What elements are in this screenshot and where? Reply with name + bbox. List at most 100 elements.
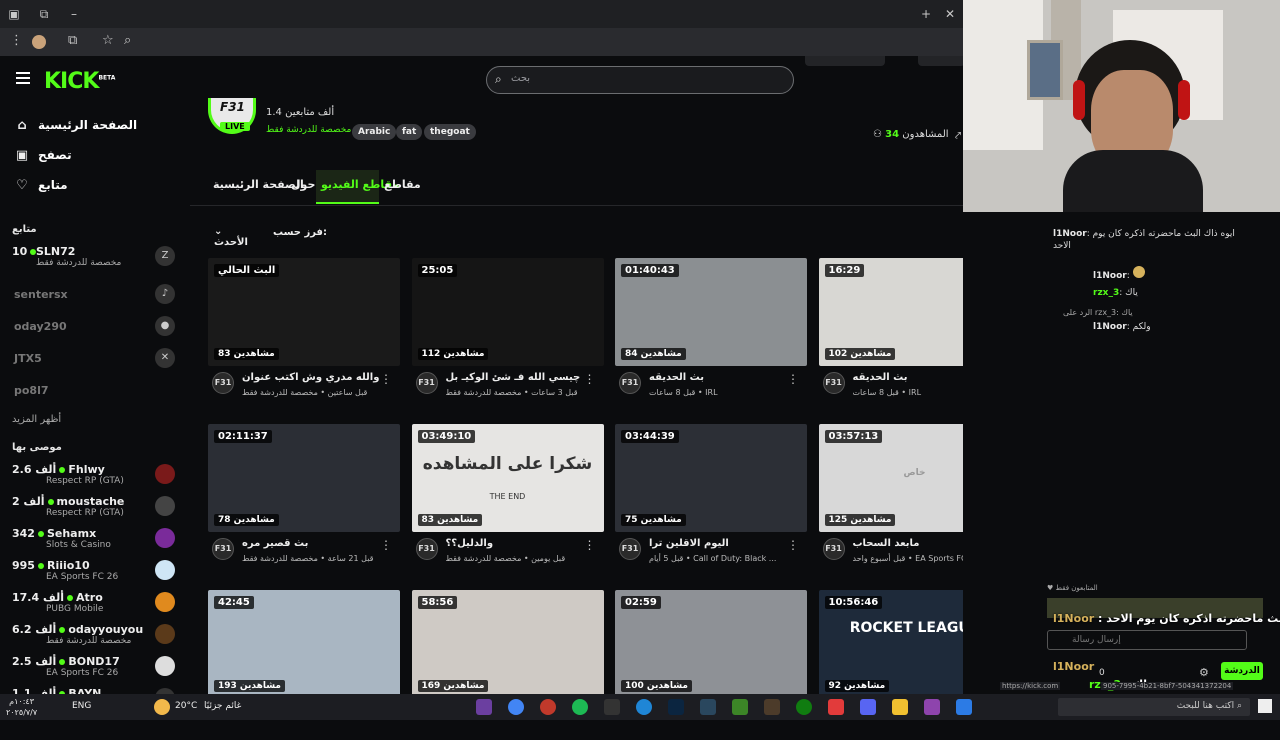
video-card[interactable]: شكرا على المشاهده THE END 03:49:10 83 مشاهد…	[411, 424, 604, 574]
channel-avatar-small[interactable]: F31	[212, 538, 234, 560]
app-icon-brown[interactable]	[764, 699, 780, 715]
subscribe-button[interactable]	[918, 56, 965, 66]
channel-avatar-small[interactable]: F31	[822, 372, 845, 394]
share-icon[interactable]: ⤤	[955, 129, 961, 143]
nav-following[interactable]: ♡ متابع	[14, 174, 184, 196]
sidebar-channel-recommended[interactable]: 6.2 ألف odayyouyou مخصصة للدردشة فقط	[12, 622, 182, 652]
address-bar[interactable]: ⋮ ⧉ ☆ ⌕	[0, 28, 965, 56]
more-options-icon[interactable]: ⋮	[584, 538, 596, 552]
video-card[interactable]: 01:40:43 84 مشاهدين F31 بث الحديقه قبل 8 ساع…	[615, 258, 807, 408]
sort-dropdown[interactable]: ⌄ الأحدث	[208, 222, 264, 248]
sidebar-channel-jtx5[interactable]: JTX5 ✕	[12, 346, 182, 376]
tag-arabic[interactable]: Arabic	[352, 124, 397, 140]
send-chat-button[interactable]: الدردشة	[1221, 662, 1263, 680]
settings-gear-icon[interactable]: ⚙	[1199, 666, 1209, 679]
channel-avatar-small[interactable]: F31	[212, 372, 234, 394]
channel-avatar-small[interactable]: F31	[619, 372, 641, 394]
tag-fat[interactable]: fat	[396, 124, 423, 140]
app-icon-blue[interactable]	[668, 699, 684, 715]
new-tab-icon[interactable]: +	[916, 4, 936, 24]
video-card[interactable]: 25:05 112 مشاهدين F31 چيسي الله فـ شئ الوكي…	[411, 258, 604, 408]
channel-avatar-small[interactable]: F31	[822, 538, 845, 560]
video-title[interactable]: اليوم الاقلين ترا	[649, 538, 729, 549]
nav-home[interactable]: ⌂ الصفحة الرئيسية	[14, 114, 184, 136]
video-thumbnail[interactable]: 02:11:37 78 مشاهدين	[208, 424, 400, 532]
video-title[interactable]: والدليل؟؟	[446, 538, 494, 549]
video-title[interactable]: چيسي الله فـ شئ الوكيـ بل	[446, 372, 581, 383]
chat-input[interactable]: إرسال رسالة	[1047, 630, 1247, 650]
video-thumbnail[interactable]: 42:45 193 مشاهدين	[208, 590, 400, 698]
clock[interactable]: ١٠:٤٣م ٢٠٢٥/٧/٧	[6, 696, 37, 718]
weather-icon[interactable]	[154, 699, 170, 715]
tab-videos-active[interactable]: مقاطع الفيديو	[316, 170, 399, 204]
app-icon-red[interactable]	[540, 699, 556, 715]
app-icon[interactable]	[476, 699, 492, 715]
hamburger-menu-icon[interactable]	[16, 72, 30, 84]
taskbar-search[interactable]: اكتب هنا للبحث ⌕	[1058, 698, 1250, 716]
app-icon-dark[interactable]	[604, 699, 620, 715]
sidebar-channel-recommended[interactable]: 2.5 ألف BOND17 EA Sports FC 26	[12, 654, 182, 684]
sidebar-channel-sln72[interactable]: 10 SLN72 مخصصة للدردشة فقط Z	[12, 244, 182, 274]
more-options-icon[interactable]: ⋮	[787, 538, 799, 552]
video-title[interactable]: بث الحديقه	[649, 372, 704, 383]
video-thumbnail[interactable]: 25:05 112 مشاهدين	[411, 258, 604, 366]
follow-button[interactable]	[805, 56, 885, 66]
bookmark-star-icon[interactable]: ☆	[102, 33, 114, 48]
minimize-icon[interactable]: –	[64, 4, 84, 24]
video-card[interactable]: 02:11:37 78 مشاهدين F31 بث قصير مره قبل 21 س…	[208, 424, 400, 574]
video-thumbnail[interactable]: 02:59 100 مشاهدين	[615, 590, 807, 698]
minecraft-icon[interactable]	[732, 699, 748, 715]
start-windows-icon[interactable]	[1258, 699, 1272, 713]
video-title[interactable]: مابعد السحاب	[853, 538, 920, 549]
edge-icon[interactable]	[636, 699, 652, 715]
sidebar-channel-recommended[interactable]: 17.4 ألف Atro PUBG Mobile	[12, 590, 182, 620]
sidebar-channel-oday290[interactable]: oday290 ●	[12, 314, 182, 344]
sidebar-channel-recommended[interactable]: 342 Sehamx Slots & Casino	[12, 526, 182, 556]
profile-icon[interactable]	[32, 35, 46, 49]
more-options-icon[interactable]: ⋮	[787, 372, 799, 386]
video-title[interactable]: والله مدري وش اكتب عنوان	[242, 372, 379, 383]
explorer-icon[interactable]	[892, 699, 908, 715]
sidebar-channel-sentersx[interactable]: sentersx ♪	[12, 282, 182, 312]
kick-logo[interactable]: KICKBETA	[44, 69, 115, 94]
weather-temp[interactable]: 20°C	[175, 701, 197, 711]
chrome-icon[interactable]	[508, 699, 524, 715]
video-card[interactable]: 03:44:39 75 مشاهدين F31 اليوم الاقلين ترا قب…	[615, 424, 807, 574]
channel-avatar-small[interactable]: F31	[415, 372, 438, 394]
steam-icon[interactable]	[700, 699, 716, 715]
video-card[interactable]: البث الحالي 83 مشاهدين F31 والله مدري وش اك…	[208, 258, 400, 408]
menu-icon[interactable]: ⋮	[10, 33, 23, 48]
tab-about[interactable]: حول	[291, 178, 315, 191]
sidebar-channel-recommended[interactable]: 995 Riiio10 EA Sports FC 26	[12, 558, 182, 588]
spotify-icon[interactable]	[572, 699, 588, 715]
nav-browse[interactable]: ▣ تصفح	[14, 144, 184, 166]
video-thumbnail[interactable]: 58:56 169 مشاهدين	[411, 590, 604, 698]
restore-icon[interactable]: ⧉	[34, 4, 54, 24]
more-options-icon[interactable]: ⋮	[380, 538, 392, 552]
video-thumbnail[interactable]: 01:40:43 84 مشاهدين	[615, 258, 807, 366]
discord-icon[interactable]	[860, 699, 876, 715]
more-options-icon[interactable]: ⋮	[584, 372, 596, 386]
tag-thegoat[interactable]: thegoat	[424, 124, 476, 140]
more-options-icon[interactable]: ⋮	[380, 372, 392, 386]
video-thumbnail[interactable]: شكرا على المشاهده THE END 03:49:10 83 مشاهد…	[411, 424, 604, 532]
tab-clips[interactable]: مقاطع	[384, 178, 421, 191]
close-icon[interactable]: ✕	[940, 4, 960, 24]
language-indicator[interactable]: ENG	[72, 701, 91, 711]
sidebar-channel-recommended[interactable]: 2.6 ألف Fhlwy Respect RP (GTA)	[12, 462, 182, 492]
video-title[interactable]: بث قصير مره	[242, 538, 308, 549]
video-title[interactable]: بث الحديقه	[853, 372, 908, 383]
channel-avatar-small[interactable]: F31	[619, 538, 641, 560]
app-icon-blue-2[interactable]	[956, 699, 972, 715]
tab-strip-icon[interactable]: ▣	[4, 4, 24, 24]
category-link[interactable]: مخصصة للدردشة فقط	[266, 125, 351, 135]
sidebar-channel-po8l7[interactable]: po8l7	[12, 378, 182, 408]
xbox-icon[interactable]	[796, 699, 812, 715]
extensions-icon[interactable]: ⧉	[68, 33, 77, 48]
video-thumbnail[interactable]: البث الحالي 83 مشاهدين	[208, 258, 400, 366]
video-thumbnail[interactable]: 03:44:39 75 مشاهدين	[615, 424, 807, 532]
sidebar-channel-recommended[interactable]: 2 ألف moustache Respect RP (GTA)	[12, 494, 182, 524]
search-input[interactable]: ⌕ بحث	[486, 66, 794, 94]
zoom-icon[interactable]: ⌕	[124, 33, 131, 48]
channel-avatar-small[interactable]: F31	[415, 538, 438, 560]
